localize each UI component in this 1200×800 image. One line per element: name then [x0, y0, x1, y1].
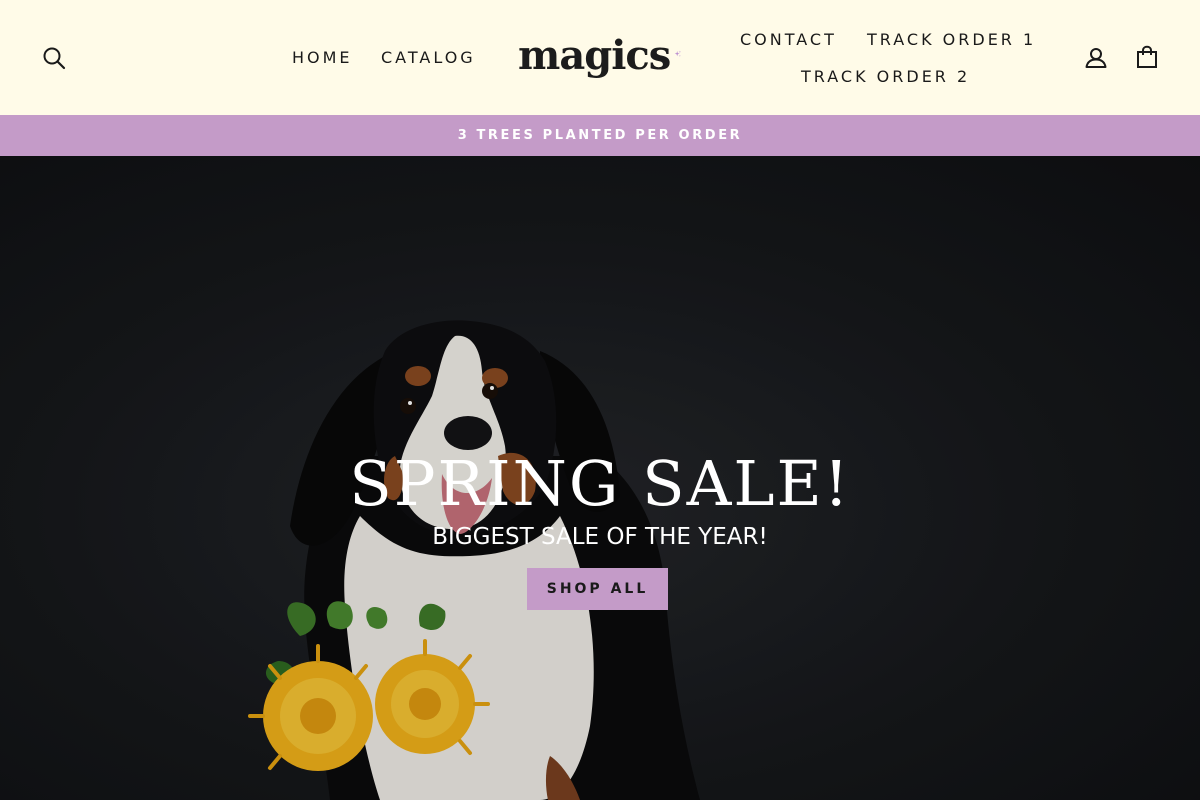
shop-all-button[interactable]: SHOP ALL	[527, 568, 668, 610]
nav-link-catalog[interactable]: CATALOG	[381, 48, 476, 68]
shop-all-label: SHOP ALL	[546, 581, 649, 597]
cart-button[interactable]	[1133, 43, 1161, 71]
search-button[interactable]	[40, 44, 68, 72]
site-header: HOME CATALOG magics CONTACT TRACK ORDER …	[0, 0, 1200, 115]
account-icon	[1085, 48, 1107, 68]
nav-link-home[interactable]: HOME	[292, 48, 353, 68]
logo-wordmark: magics	[518, 32, 671, 79]
site-logo[interactable]: magics	[518, 30, 682, 82]
hero-title: SPRING SALE!	[349, 447, 851, 520]
nav-link-track-order-1[interactable]: TRACK ORDER 1	[867, 30, 1036, 50]
announcement-bar: 3 TREES PLANTED PER ORDER	[0, 115, 1200, 156]
cart-icon	[1137, 45, 1157, 68]
nav-link-contact[interactable]: CONTACT	[740, 30, 837, 50]
hero-banner[interactable]: SPRING SALE! BIGGEST SALE OF THE YEAR! S…	[0, 156, 1200, 800]
hero-subtitle: BIGGEST SALE OF THE YEAR!	[432, 524, 768, 550]
sparkle-icon	[674, 50, 682, 57]
announcement-text: 3 TREES PLANTED PER ORDER	[457, 128, 743, 143]
account-button[interactable]	[1082, 44, 1110, 72]
search-icon	[43, 47, 66, 70]
nav-link-track-order-2[interactable]: TRACK ORDER 2	[801, 67, 970, 87]
